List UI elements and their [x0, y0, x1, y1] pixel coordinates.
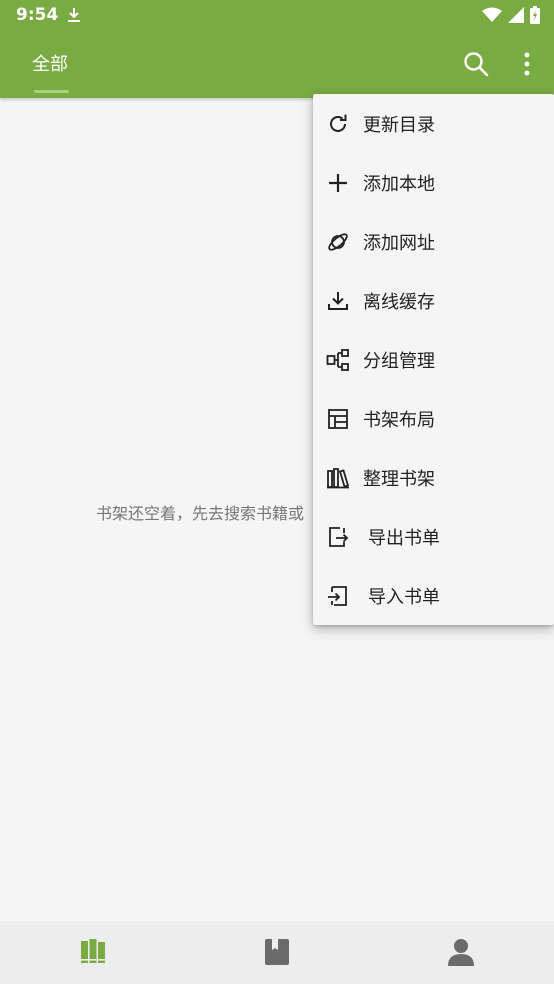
status-bar: 9:54: [0, 0, 554, 30]
menu-item-label: 分组管理: [363, 350, 435, 372]
person-icon[interactable]: [446, 937, 476, 967]
download-icon: [328, 291, 348, 310]
menu-item-label: 书架布局: [363, 409, 435, 431]
wifi-icon: [482, 7, 502, 22]
more-vert-icon[interactable]: [515, 50, 539, 78]
menu-item-export-list[interactable]: 导出书单: [313, 507, 554, 566]
tab-all[interactable]: 全部: [32, 50, 68, 94]
menu-item-update-catalog[interactable]: 更新目录: [313, 94, 554, 153]
signal-icon: [508, 7, 524, 23]
download-status-icon: [68, 8, 80, 22]
refresh-icon: [330, 114, 347, 132]
layout-icon: [328, 408, 348, 429]
bookshelf-icon[interactable]: [78, 937, 108, 967]
menu-item-label: 添加本地: [363, 173, 435, 195]
menu-item-label: 添加网址: [363, 232, 435, 254]
menu-item-label: 离线缓存: [363, 291, 435, 313]
book-icon[interactable]: [262, 937, 292, 967]
menu-item-offline-cache[interactable]: 离线缓存: [313, 271, 554, 330]
group-icon: [326, 348, 349, 371]
battery-icon: [530, 6, 540, 24]
screen: 9:54 全部 书架还空着，先去搜索书籍或 更新目录 添加本地 添加网址 离线缓…: [0, 0, 554, 984]
menu-item-shelf-layout[interactable]: 书架布局: [313, 389, 554, 448]
export-icon: [329, 526, 349, 547]
menu-item-add-local[interactable]: 添加本地: [313, 153, 554, 212]
plus-icon: [329, 173, 347, 192]
app-bar: 全部: [0, 30, 554, 98]
overflow-menu: 更新目录 添加本地 添加网址 离线缓存 分组管理 书架布局 整理书架 导出书单 …: [313, 94, 554, 625]
tab-indicator: [34, 90, 69, 93]
status-time: 9:54: [16, 5, 59, 25]
menu-item-import-list[interactable]: 导入书单: [313, 566, 554, 625]
menu-item-label: 导入书单: [368, 586, 440, 608]
menu-item-group-manage[interactable]: 分组管理: [313, 330, 554, 389]
bottom-navigation: [0, 921, 554, 984]
status-icons: [482, 5, 540, 25]
menu-item-add-url[interactable]: 添加网址: [313, 212, 554, 271]
menu-item-label: 整理书架: [363, 468, 435, 490]
books-icon: [327, 467, 350, 488]
search-icon[interactable]: [462, 50, 490, 78]
menu-item-label: 导出书单: [368, 527, 440, 549]
menu-item-label: 更新目录: [363, 114, 435, 136]
import-icon: [328, 585, 347, 606]
planet-icon: [328, 232, 348, 251]
menu-item-arrange-shelf[interactable]: 整理书架: [313, 448, 554, 507]
